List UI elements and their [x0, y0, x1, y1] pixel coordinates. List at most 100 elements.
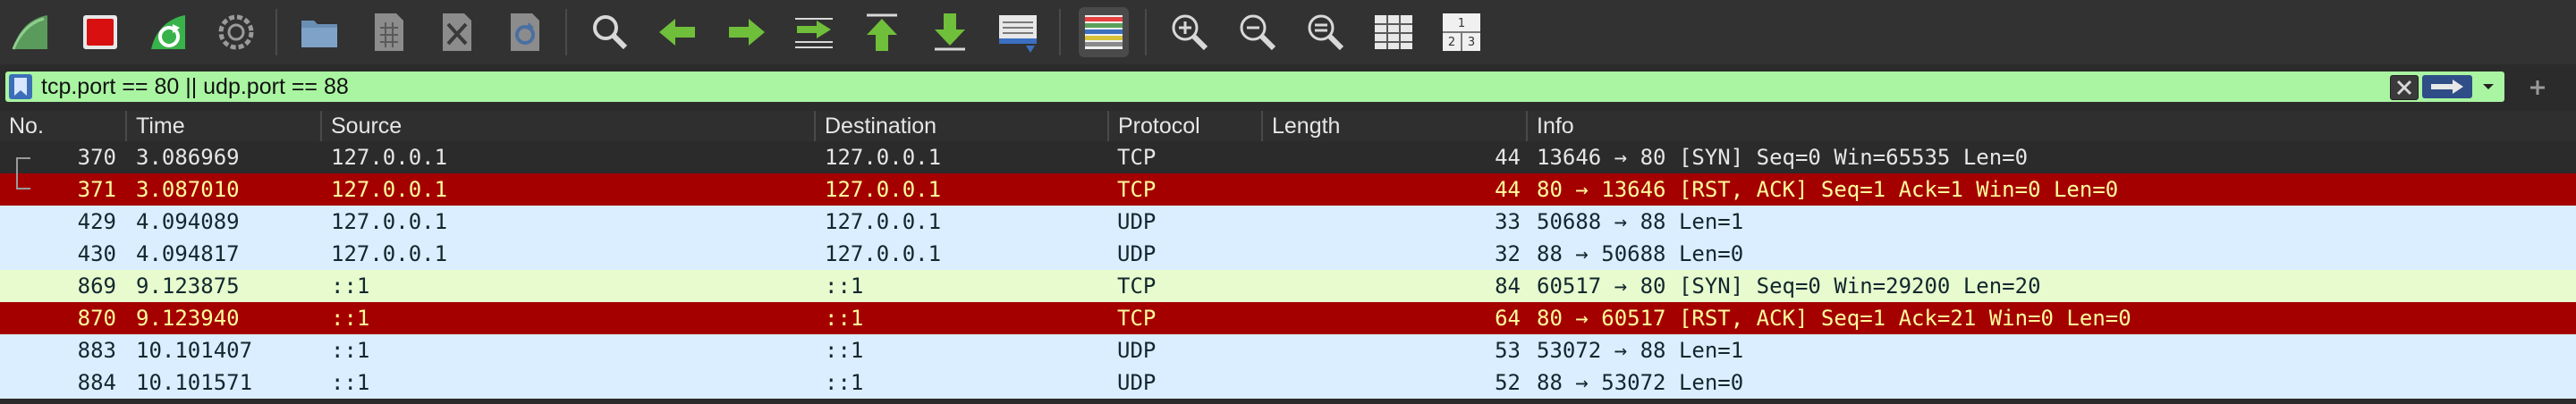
restart-capture-button[interactable] [143, 7, 193, 57]
go-to-packet-button[interactable] [789, 7, 839, 57]
packet-source: 127.0.0.1 [331, 145, 448, 170]
open-file-button[interactable] [295, 7, 345, 57]
svg-text:3: 3 [1468, 36, 1475, 49]
open-file-icon [301, 21, 337, 47]
packet-length: 53 [1495, 338, 1521, 363]
colorize-icon [1085, 15, 1123, 49]
capture-options-button[interactable] [211, 7, 261, 57]
packet-list-header: No. Time Source Destination Protocol Len… [0, 111, 2576, 141]
svg-text:2: 2 [1448, 36, 1455, 49]
display-filter-input[interactable] [41, 72, 2385, 102]
toolbar-separator [1145, 9, 1147, 55]
column-header-source[interactable]: Source [320, 111, 814, 141]
column-header-info[interactable]: Info [1526, 111, 2576, 141]
packet-destination: 127.0.0.1 [825, 209, 942, 234]
packet-protocol: TCP [1117, 177, 1157, 202]
packet-no: 870 [77, 306, 116, 331]
colorize-button[interactable] [1079, 7, 1129, 57]
toolbar-separator [565, 9, 567, 55]
main-toolbar: 1 2 3 [0, 0, 2576, 64]
packet-protocol: TCP [1117, 274, 1157, 299]
find-packet-button[interactable] [585, 7, 635, 57]
packet-row[interactable]: 370 3.086969 127.0.0.1 127.0.0.1 TCP 44 13646 … [0, 141, 2576, 175]
zoom-out-button[interactable] [1233, 7, 1283, 57]
auto-scroll-button[interactable] [993, 7, 1043, 57]
related-packet-indicator [16, 157, 30, 175]
filter-history-dropdown[interactable] [2476, 75, 2501, 98]
packet-row[interactable]: 884 10.101571::1::1 UDP 52 88 → 53072 Len=0 [0, 366, 2576, 399]
packet-destination: ::1 [825, 338, 864, 363]
packet-destination: 127.0.0.1 [825, 241, 942, 266]
packet-destination: 127.0.0.1 [825, 145, 942, 170]
packet-time: 9.123875 [136, 274, 240, 299]
stop-capture-icon [83, 15, 117, 49]
layout-button[interactable]: 1 2 3 [1436, 7, 1487, 57]
layout-icon: 1 2 3 [1443, 13, 1480, 51]
packet-row[interactable]: 429 4.094089 127.0.0.1 127.0.0.1 UDP 33 50688 … [0, 206, 2576, 238]
packet-info: 60517 → 80 [SYN] Seq=0 Win=29200 Len=20 [1537, 274, 2041, 299]
column-header-no[interactable]: No. [0, 111, 125, 141]
go-back-button[interactable] [653, 7, 703, 57]
column-header-destination[interactable]: Destination [814, 111, 1107, 141]
save-file-icon [375, 13, 403, 51]
packet-row[interactable]: 869 9.123875::1::1 TCP 84 60517 → 80 [SYN] S… [0, 270, 2576, 302]
packet-no: 884 [77, 370, 116, 395]
packet-info: 80 → 60517 [RST, ACK] Seq=1 Ack=21 Win=0… [1537, 306, 2131, 331]
packet-no: 883 [77, 338, 116, 363]
start-capture-button[interactable] [5, 7, 55, 57]
column-header-time[interactable]: Time [125, 111, 320, 141]
go-to-packet-icon [795, 18, 833, 48]
packet-row[interactable]: 883 10.101407::1::1 UDP 53 53072 → 88 Len=1 [0, 334, 2576, 366]
stop-capture-button[interactable] [75, 7, 125, 57]
go-first-packet-button[interactable] [857, 7, 907, 57]
packet-row[interactable]: 371 3.087010 127.0.0.1 127.0.0.1 TCP 44 80 → 1… [0, 173, 2576, 206]
packet-protocol: UDP [1117, 338, 1157, 363]
plus-icon [2530, 80, 2545, 95]
column-header-protocol[interactable]: Protocol [1107, 111, 1261, 141]
go-last-packet-button[interactable] [925, 7, 975, 57]
filter-clear-button[interactable] [2390, 75, 2419, 100]
close-file-button[interactable] [431, 7, 481, 57]
save-file-button[interactable] [363, 7, 413, 57]
display-filter-bar [0, 70, 2576, 105]
packet-length: 32 [1495, 241, 1521, 266]
zoom-in-icon [1172, 14, 1208, 51]
go-forward-button[interactable] [721, 7, 771, 57]
packet-info: 13646 → 80 [SYN] Seq=0 Win=65535 Len=0 [1537, 145, 2029, 170]
packet-row[interactable]: 430 4.094817 127.0.0.1 127.0.0.1 UDP 32 88 → 5… [0, 238, 2576, 270]
packet-protocol: TCP [1117, 306, 1157, 331]
capture-options-icon [218, 14, 254, 50]
packet-row[interactable]: 870 9.123940::1::1 TCP 64 80 → 60517 [RST, A… [0, 302, 2576, 334]
reload-file-button[interactable] [499, 7, 549, 57]
packet-info: 88 → 50688 Len=0 [1537, 241, 1744, 266]
column-header-length[interactable]: Length [1261, 111, 1526, 141]
add-filter-button-button[interactable] [2515, 72, 2560, 104]
packet-source: ::1 [331, 338, 370, 363]
arrow-right-icon [2431, 80, 2463, 94]
packet-length: 44 [1495, 177, 1521, 202]
packet-time: 10.101571 [136, 370, 253, 395]
filter-apply-button[interactable] [2422, 75, 2472, 98]
packet-destination: ::1 [825, 306, 864, 331]
packet-time: 3.087010 [136, 177, 240, 202]
zoom-out-icon [1240, 14, 1276, 51]
packet-no: 429 [77, 209, 116, 234]
go-forward-icon [729, 19, 765, 46]
packet-time: 9.123940 [136, 306, 240, 331]
packet-length: 33 [1495, 209, 1521, 234]
packet-source: ::1 [331, 370, 370, 395]
normal-size-button[interactable] [1301, 7, 1351, 57]
packet-source: ::1 [331, 274, 370, 299]
packet-time: 4.094817 [136, 241, 240, 266]
packet-protocol: UDP [1117, 209, 1157, 234]
packet-list: 370 3.086969 127.0.0.1 127.0.0.1 TCP 44 13646 … [0, 141, 2576, 399]
packet-no: 869 [77, 274, 116, 299]
packet-destination: ::1 [825, 274, 864, 299]
packet-length: 64 [1495, 306, 1521, 331]
packet-source: ::1 [331, 306, 370, 331]
packet-protocol: UDP [1117, 241, 1157, 266]
packet-length: 44 [1495, 145, 1521, 170]
zoom-in-button[interactable] [1165, 7, 1215, 57]
filter-bookmark-button[interactable] [9, 74, 32, 99]
resize-columns-button[interactable] [1368, 7, 1419, 57]
